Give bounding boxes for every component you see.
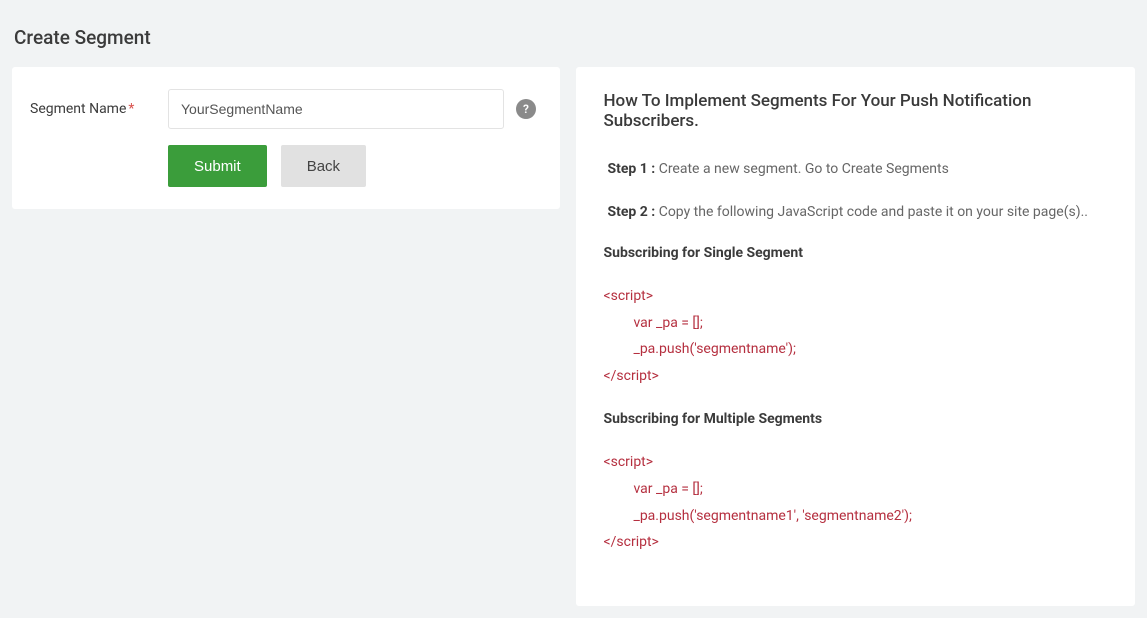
segment-name-label: Segment Name* [30, 101, 168, 117]
submit-button[interactable]: Submit [168, 145, 267, 187]
code-multi-segment: <script> var _pa = []; _pa.push('segment… [604, 449, 1108, 555]
segment-name-input[interactable] [168, 89, 504, 129]
code-single-segment: <script> var _pa = []; _pa.push('segment… [604, 283, 1108, 389]
code-line: <script> [604, 449, 1108, 476]
single-segment-header: Subscribing for Single Segment [604, 245, 1108, 261]
code-line: var _pa = []; [604, 310, 1108, 337]
back-button[interactable]: Back [281, 145, 366, 187]
segment-name-label-text: Segment Name [30, 101, 126, 117]
step-2-text: Copy the following JavaScript code and p… [655, 204, 1088, 220]
code-line: _pa.push('segmentname1', 'segmentname2')… [604, 503, 1108, 530]
code-line: _pa.push('segmentname'); [604, 336, 1108, 363]
step-1-text: Create a new segment. Go to Create Segme… [655, 161, 949, 177]
code-line: var _pa = []; [604, 476, 1108, 503]
code-line: </script> [604, 529, 1108, 556]
help-icon[interactable]: ? [516, 99, 536, 119]
required-asterisk: * [128, 101, 134, 117]
instructions-title: How To Implement Segments For Your Push … [604, 91, 1108, 131]
step-1-label: Step 1 : [608, 161, 656, 177]
step-2: Step 2 : Copy the following JavaScript c… [608, 202, 1108, 223]
code-line: <script> [604, 283, 1108, 310]
step-2-label: Step 2 : [608, 204, 656, 220]
create-segment-form: Segment Name* ? Submit Back [12, 67, 560, 209]
page-title: Create Segment [12, 26, 1135, 49]
step-1: Step 1 : Create a new segment. Go to Cre… [608, 159, 1108, 180]
multi-segment-header: Subscribing for Multiple Segments [604, 411, 1108, 427]
instructions-panel: How To Implement Segments For Your Push … [576, 67, 1136, 606]
code-line: </script> [604, 363, 1108, 390]
